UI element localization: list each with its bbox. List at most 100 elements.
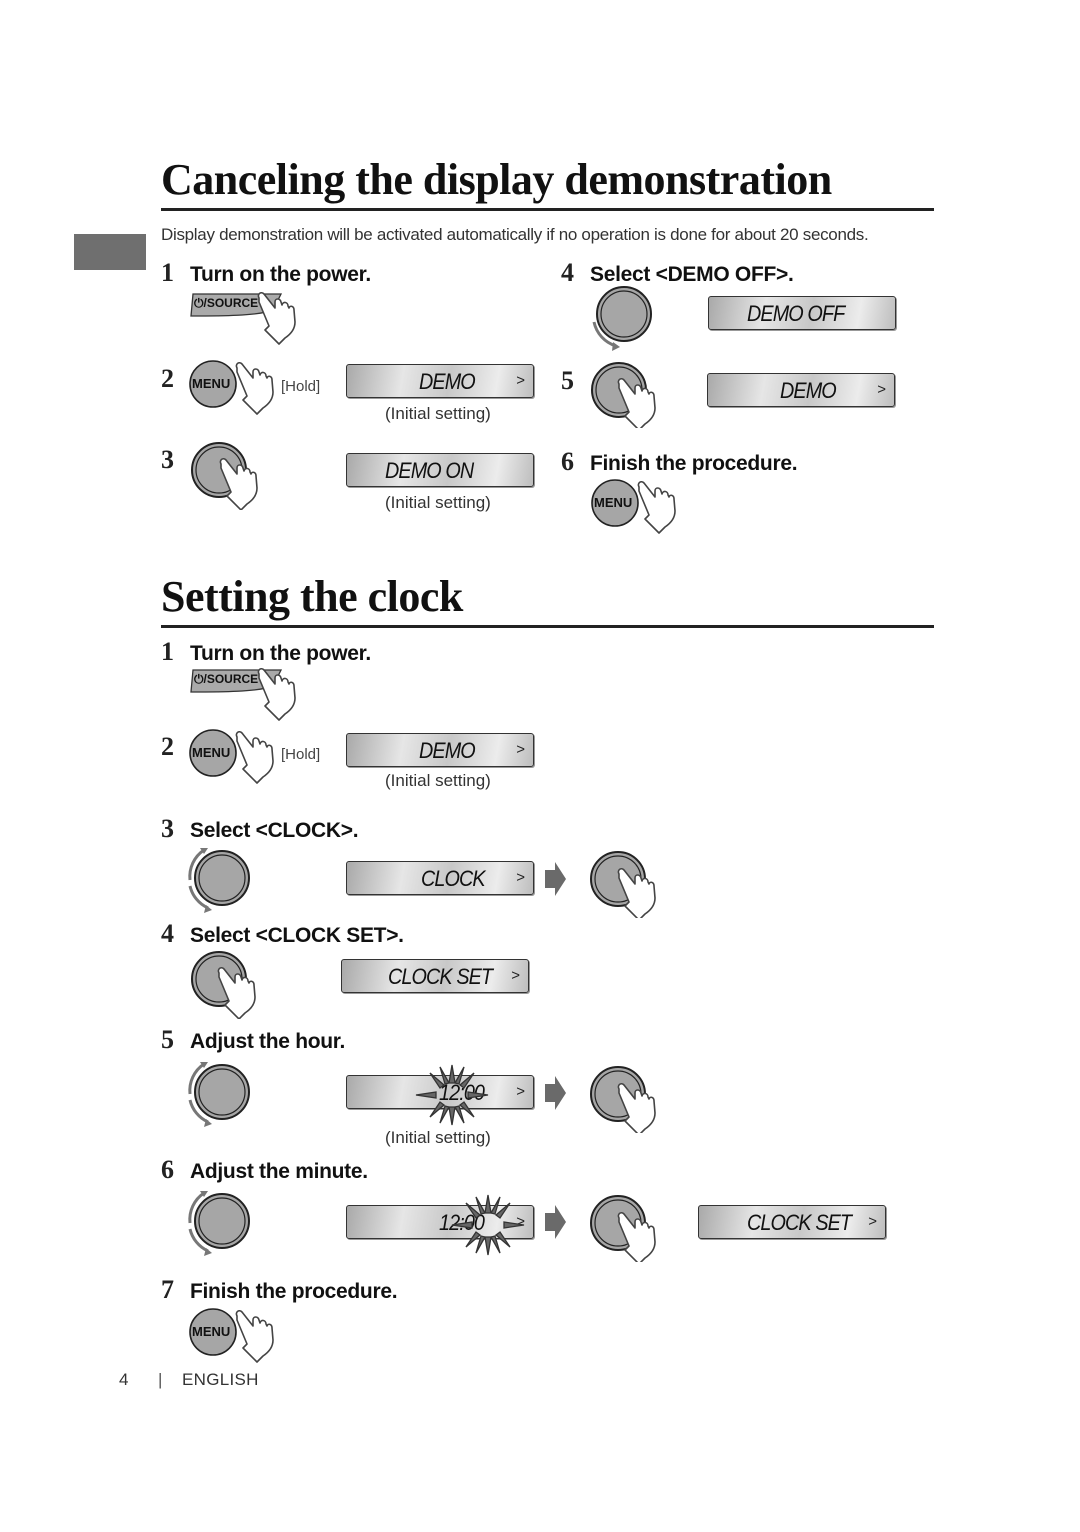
step-number: 6	[161, 1155, 174, 1184]
s2-step-1: 1 Turn on the power.	[161, 637, 371, 667]
lcd-text: CLOCK SET	[388, 964, 493, 989]
press-hand-icon	[637, 481, 676, 534]
control-knob-press[interactable]	[587, 1063, 677, 1136]
press-hand-icon	[235, 362, 274, 415]
s2-step-7: 7 Finish the procedure.	[161, 1275, 398, 1305]
step-number: 1	[161, 258, 174, 287]
hold-label: [Hold]	[281, 746, 321, 763]
section-title-demo: Canceling the display demonstration	[161, 155, 832, 204]
blink-burst-icon	[415, 1064, 489, 1126]
menu-button-label: MENU	[192, 376, 231, 391]
initial-setting-note: (Initial setting)	[385, 771, 491, 790]
step-number: 4	[561, 258, 574, 287]
lcd-display: CLOCK >	[346, 861, 534, 895]
step-text: Finish the procedure.	[590, 452, 798, 475]
press-hand-icon	[235, 731, 274, 784]
next-arrow-icon	[545, 1076, 566, 1110]
knob-icon	[191, 442, 258, 511]
source-button-label: ⏻/SOURCE	[194, 296, 259, 310]
s1-step-1: 1 Turn on the power.	[161, 258, 371, 288]
lcd-display: CLOCK SET >	[341, 959, 529, 993]
footer-language: ENGLISH	[182, 1370, 259, 1389]
menu-button[interactable]: MENU	[189, 729, 289, 785]
control-knob-press[interactable]	[587, 848, 677, 921]
section-tab-marker	[74, 234, 146, 270]
lcd-display: DEMO ON	[346, 453, 534, 487]
rotate-knob-icon	[592, 286, 652, 353]
next-arrow-icon	[545, 862, 566, 896]
title-rule	[161, 208, 934, 211]
rotate-knob-icon	[188, 1189, 250, 1258]
lcd-chevron: >	[868, 1213, 877, 1230]
s1-step-2: 2	[161, 364, 190, 394]
step-number: 2	[161, 364, 174, 393]
lcd-text: DEMO	[419, 369, 476, 394]
control-knob-press[interactable]	[189, 949, 279, 1020]
step-number: 7	[161, 1275, 174, 1304]
step-text: Select <CLOCK SET>.	[190, 924, 404, 947]
lcd-text: DEMO OFF	[747, 301, 845, 326]
menu-button[interactable]: MENU	[189, 360, 289, 416]
s2-step-3: 3 Select <CLOCK>.	[161, 814, 359, 844]
step-text: Select <CLOCK>.	[190, 819, 359, 842]
initial-setting-note: (Initial setting)	[385, 1128, 491, 1147]
lcd-text: DEMO ON	[385, 458, 474, 483]
lcd-chevron: >	[877, 381, 886, 398]
menu-button[interactable]: MENU	[591, 479, 691, 535]
knob-icon	[590, 1066, 656, 1136]
step-number: 3	[161, 814, 174, 843]
s2-step-2: 2	[161, 732, 190, 762]
menu-button-label: MENU	[594, 495, 633, 510]
title-rule	[161, 625, 934, 628]
control-knob-press[interactable]	[589, 358, 679, 431]
rotate-knob-icon	[188, 1060, 250, 1129]
press-hand-icon	[235, 1310, 274, 1363]
lcd-chevron: >	[516, 1083, 525, 1100]
menu-button[interactable]: MENU	[189, 1308, 289, 1364]
control-knob-rotate[interactable]	[186, 845, 256, 915]
lcd-display: DEMO >	[707, 373, 895, 407]
lcd-display: DEMO >	[346, 733, 534, 767]
control-knob-rotate[interactable]	[186, 1188, 256, 1258]
control-knob-press[interactable]	[189, 440, 279, 511]
control-knob-press[interactable]	[587, 1192, 677, 1265]
lcd-chevron: >	[511, 967, 520, 984]
knob-icon	[590, 851, 656, 921]
lcd-display: DEMO OFF	[708, 296, 896, 330]
step-text: Adjust the minute.	[190, 1160, 368, 1183]
control-knob-rotate[interactable]	[186, 1059, 256, 1129]
knob-icon	[191, 951, 256, 1020]
step-number: 4	[161, 919, 174, 948]
page-number: 4	[119, 1370, 129, 1389]
lcd-text: DEMO	[419, 738, 476, 763]
hold-label: [Hold]	[281, 378, 321, 395]
control-knob-rotate[interactable]	[588, 283, 658, 353]
knob-icon	[590, 1195, 656, 1265]
source-button[interactable]: ⏻/SOURCE	[189, 668, 319, 721]
footer-separator: |	[158, 1370, 163, 1389]
s2-step-6: 6 Adjust the minute.	[161, 1155, 368, 1185]
menu-button-label: MENU	[192, 745, 231, 760]
source-button[interactable]: ⏻/SOURCE	[189, 292, 319, 345]
step-number: 6	[561, 447, 574, 476]
lcd-chevron: >	[516, 372, 525, 389]
initial-setting-note: (Initial setting)	[385, 493, 491, 512]
intro-text: Display demonstration will be activated …	[161, 225, 869, 244]
s2-step-4: 4 Select <CLOCK SET>.	[161, 919, 404, 949]
s1-step-5: 5	[561, 366, 590, 396]
step-number: 2	[161, 732, 174, 761]
lcd-text: CLOCK SET	[747, 1210, 852, 1235]
step-text: Turn on the power.	[190, 263, 371, 286]
knob-icon	[591, 362, 656, 431]
step-text: Turn on the power.	[190, 642, 371, 665]
step-text: Finish the procedure.	[190, 1280, 398, 1303]
lcd-display: DEMO >	[346, 364, 534, 398]
s2-step-5: 5 Adjust the hour.	[161, 1025, 345, 1055]
s1-step-3: 3	[161, 445, 190, 475]
rotate-knob-icon	[188, 846, 250, 915]
blink-burst-icon	[451, 1194, 525, 1256]
step-text: Adjust the hour.	[190, 1030, 346, 1053]
lcd-chevron: >	[516, 869, 525, 886]
step-number: 5	[161, 1025, 174, 1054]
next-arrow-icon	[545, 1205, 566, 1239]
